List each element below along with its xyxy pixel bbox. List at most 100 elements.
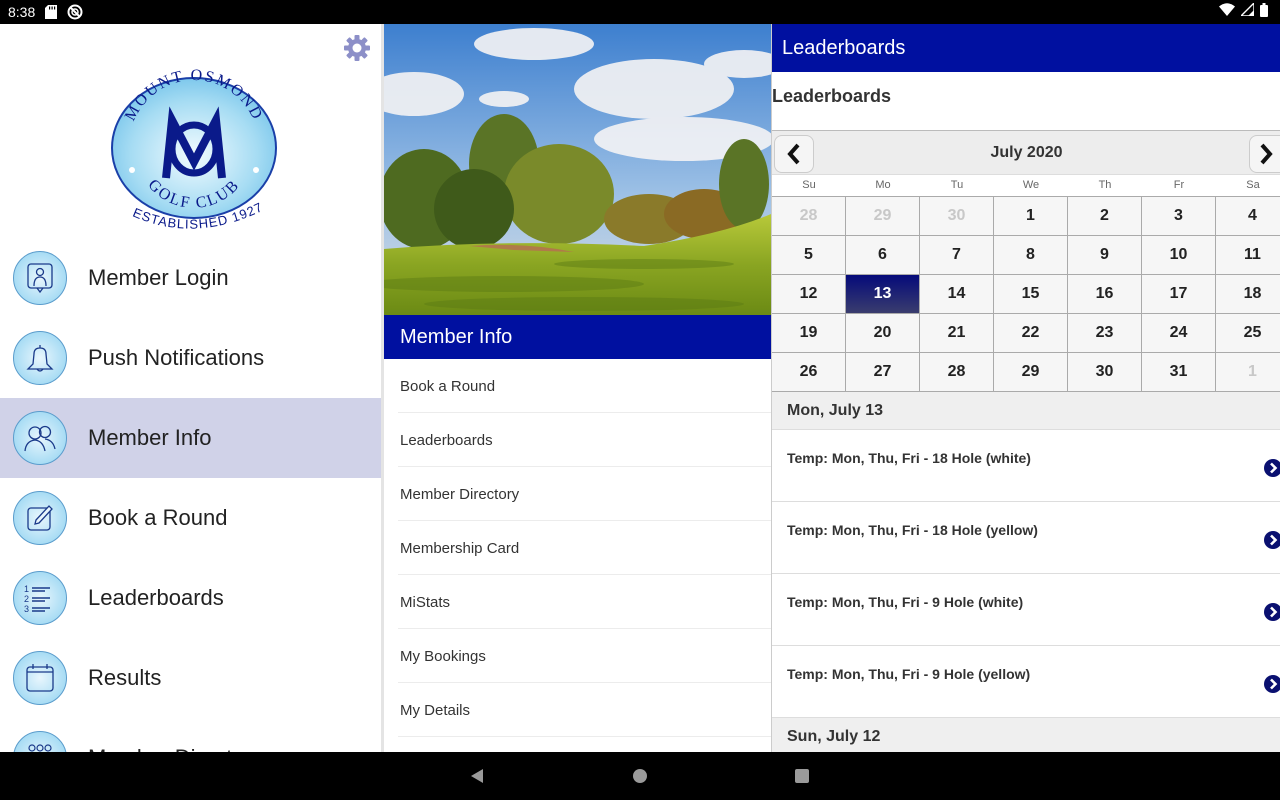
next-month-button[interactable] bbox=[1249, 135, 1280, 173]
calendar: July 2020 Su Mo Tu We Th Fr Sa 28 29 30 1 2 3… bbox=[772, 130, 1280, 752]
home-icon[interactable] bbox=[632, 768, 650, 786]
calendar-header: July 2020 bbox=[772, 131, 1280, 175]
svg-text:2: 2 bbox=[24, 594, 29, 604]
drawer-item-label: Leaderboards bbox=[88, 585, 224, 610]
back-icon[interactable] bbox=[469, 768, 487, 786]
event-row[interactable]: Temp: Mon, Thu, Fri - 18 Hole (yellow) bbox=[772, 502, 1280, 574]
app-screen: 8:38 MOUNT OSMOND GOLF CLUB ESTABLISHED … bbox=[0, 0, 1280, 800]
member-info-panel: Member Info Book a Round Leaderboards Me… bbox=[384, 24, 771, 752]
chevron-circle-right-icon[interactable] bbox=[1263, 602, 1280, 622]
calendar-day[interactable]: 3 bbox=[1142, 197, 1216, 236]
calendar-day[interactable]: 29 bbox=[994, 353, 1068, 392]
member-info-header: Member Info bbox=[384, 315, 771, 359]
drawer-item-label: Member Info bbox=[88, 425, 212, 450]
chevron-circle-right-icon[interactable] bbox=[1263, 530, 1280, 550]
event-row[interactable]: Temp: Mon, Thu, Fri - 9 Hole (white) bbox=[772, 574, 1280, 646]
calendar-day[interactable]: 14 bbox=[920, 275, 994, 314]
event-label: Temp: Mon, Thu, Fri - 18 Hole (white) bbox=[787, 450, 1031, 466]
event-list: Mon, July 13 Temp: Mon, Thu, Fri - 18 Hol… bbox=[772, 392, 1280, 752]
calendar-day[interactable]: 23 bbox=[1068, 314, 1142, 353]
calendar-day[interactable]: 10 bbox=[1142, 236, 1216, 275]
calendar-month: July 2020 bbox=[990, 143, 1063, 161]
drawer-item-results[interactable]: Results bbox=[0, 638, 381, 718]
svg-text:1: 1 bbox=[24, 584, 29, 594]
golf-course-image bbox=[384, 24, 771, 315]
calendar-day[interactable]: 2 bbox=[1068, 197, 1142, 236]
calendar-day[interactable]: 1 bbox=[1216, 353, 1280, 392]
calendar-day-selected[interactable]: 13 bbox=[846, 275, 920, 314]
club-logo: MOUNT OSMOND GOLF CLUB ESTABLISHED 1927 bbox=[108, 50, 280, 246]
member-login-icon bbox=[13, 251, 67, 305]
calendar-day[interactable]: 28 bbox=[920, 353, 994, 392]
pencil-icon bbox=[13, 491, 67, 545]
chevron-circle-right-icon[interactable] bbox=[1263, 674, 1280, 694]
weekday-label: Fr bbox=[1173, 179, 1185, 191]
cellular-signal-icon bbox=[1239, 1, 1255, 21]
drawer-item-member-directory[interactable]: Member Directory bbox=[0, 718, 381, 752]
calendar-day[interactable]: 6 bbox=[846, 236, 920, 275]
chevron-circle-right-icon[interactable] bbox=[1263, 458, 1280, 478]
calendar-day[interactable]: 25 bbox=[1216, 314, 1280, 353]
list-item-mistats[interactable]: MiStats bbox=[384, 575, 771, 629]
calendar-day[interactable]: 8 bbox=[994, 236, 1068, 275]
event-row[interactable]: Temp: Mon, Thu, Fri - 18 Hole (white) bbox=[772, 430, 1280, 502]
weekday-label: Mo bbox=[875, 179, 891, 191]
recents-icon[interactable] bbox=[794, 768, 812, 786]
calendar-day[interactable]: 27 bbox=[846, 353, 920, 392]
calendar-day[interactable]: 30 bbox=[1068, 353, 1142, 392]
calendar-day[interactable]: 18 bbox=[1216, 275, 1280, 314]
drawer-item-label: Member Directory bbox=[88, 745, 263, 752]
calendar-day[interactable]: 12 bbox=[772, 275, 846, 314]
list-item-member-directory[interactable]: Member Directory bbox=[384, 467, 771, 521]
weekday-label: Sa bbox=[1246, 179, 1260, 191]
list-item-my-bookings[interactable]: My Bookings bbox=[384, 629, 771, 683]
calendar-day[interactable]: 11 bbox=[1216, 236, 1280, 275]
calendar-day[interactable]: 20 bbox=[846, 314, 920, 353]
weekday-label: Tu bbox=[950, 179, 964, 191]
drawer-item-label: Member Login bbox=[88, 265, 229, 290]
calendar-day[interactable]: 29 bbox=[846, 197, 920, 236]
sd-card-icon bbox=[45, 5, 58, 19]
status-time: 8:38 bbox=[8, 4, 36, 20]
calendar-day[interactable]: 31 bbox=[1142, 353, 1216, 392]
calendar-day[interactable]: 28 bbox=[772, 197, 846, 236]
gear-icon[interactable] bbox=[343, 34, 371, 62]
day-header: Mon, July 13 bbox=[772, 392, 1280, 430]
status-bar: 8:38 bbox=[0, 0, 1280, 24]
event-row[interactable]: Temp: Mon, Thu, Fri - 9 Hole (yellow) bbox=[772, 646, 1280, 718]
page-title: Leaderboards bbox=[772, 85, 892, 106]
svg-text:3: 3 bbox=[24, 604, 29, 613]
list-item-leaderboards[interactable]: Leaderboards bbox=[384, 413, 771, 467]
calendar-day[interactable]: 1 bbox=[994, 197, 1068, 236]
weekday-label: We bbox=[1022, 179, 1040, 191]
leaderboards-header: Leaderboards bbox=[772, 24, 1280, 72]
calendar-day[interactable]: 30 bbox=[920, 197, 994, 236]
calendar-day[interactable]: 4 bbox=[1216, 197, 1280, 236]
calendar-day[interactable]: 15 bbox=[994, 275, 1068, 314]
system-nav-bar bbox=[0, 752, 1280, 800]
event-label: Temp: Mon, Thu, Fri - 9 Hole (white) bbox=[787, 594, 1024, 610]
calendar-day[interactable]: 19 bbox=[772, 314, 846, 353]
calendar-day[interactable]: 9 bbox=[1068, 236, 1142, 275]
calendar-day[interactable]: 16 bbox=[1068, 275, 1142, 314]
drawer-item-book-a-round[interactable]: Book a Round bbox=[0, 478, 381, 558]
calendar-day[interactable]: 24 bbox=[1142, 314, 1216, 353]
prev-month-button[interactable] bbox=[774, 135, 814, 173]
calendar-day[interactable]: 26 bbox=[772, 353, 846, 392]
calendar-day[interactable]: 5 bbox=[772, 236, 846, 275]
drawer-item-member-info[interactable]: Member Info bbox=[0, 398, 381, 478]
calendar-grid: 28 29 30 1 2 3 4 5 6 7 8 9 10 11 12 13 14 15 16 17 18 19 20 21 2… bbox=[772, 196, 1280, 392]
weekday-label: Su bbox=[802, 179, 816, 191]
list-item-my-details[interactable]: My Details bbox=[384, 683, 771, 737]
calendar-day[interactable]: 17 bbox=[1142, 275, 1216, 314]
calendar-day[interactable]: 7 bbox=[920, 236, 994, 275]
group-icon bbox=[13, 731, 67, 752]
list-item-book-a-round[interactable]: Book a Round bbox=[384, 359, 771, 413]
drawer-item-member-login[interactable]: Member Login bbox=[0, 238, 381, 318]
chevron-left-icon bbox=[787, 143, 800, 165]
calendar-day[interactable]: 21 bbox=[920, 314, 994, 353]
list-item-membership-card[interactable]: Membership Card bbox=[384, 521, 771, 575]
calendar-day[interactable]: 22 bbox=[994, 314, 1068, 353]
drawer-item-push-notifications[interactable]: Push Notifications bbox=[0, 318, 381, 398]
drawer-item-leaderboards[interactable]: 123 Leaderboards bbox=[0, 558, 381, 638]
